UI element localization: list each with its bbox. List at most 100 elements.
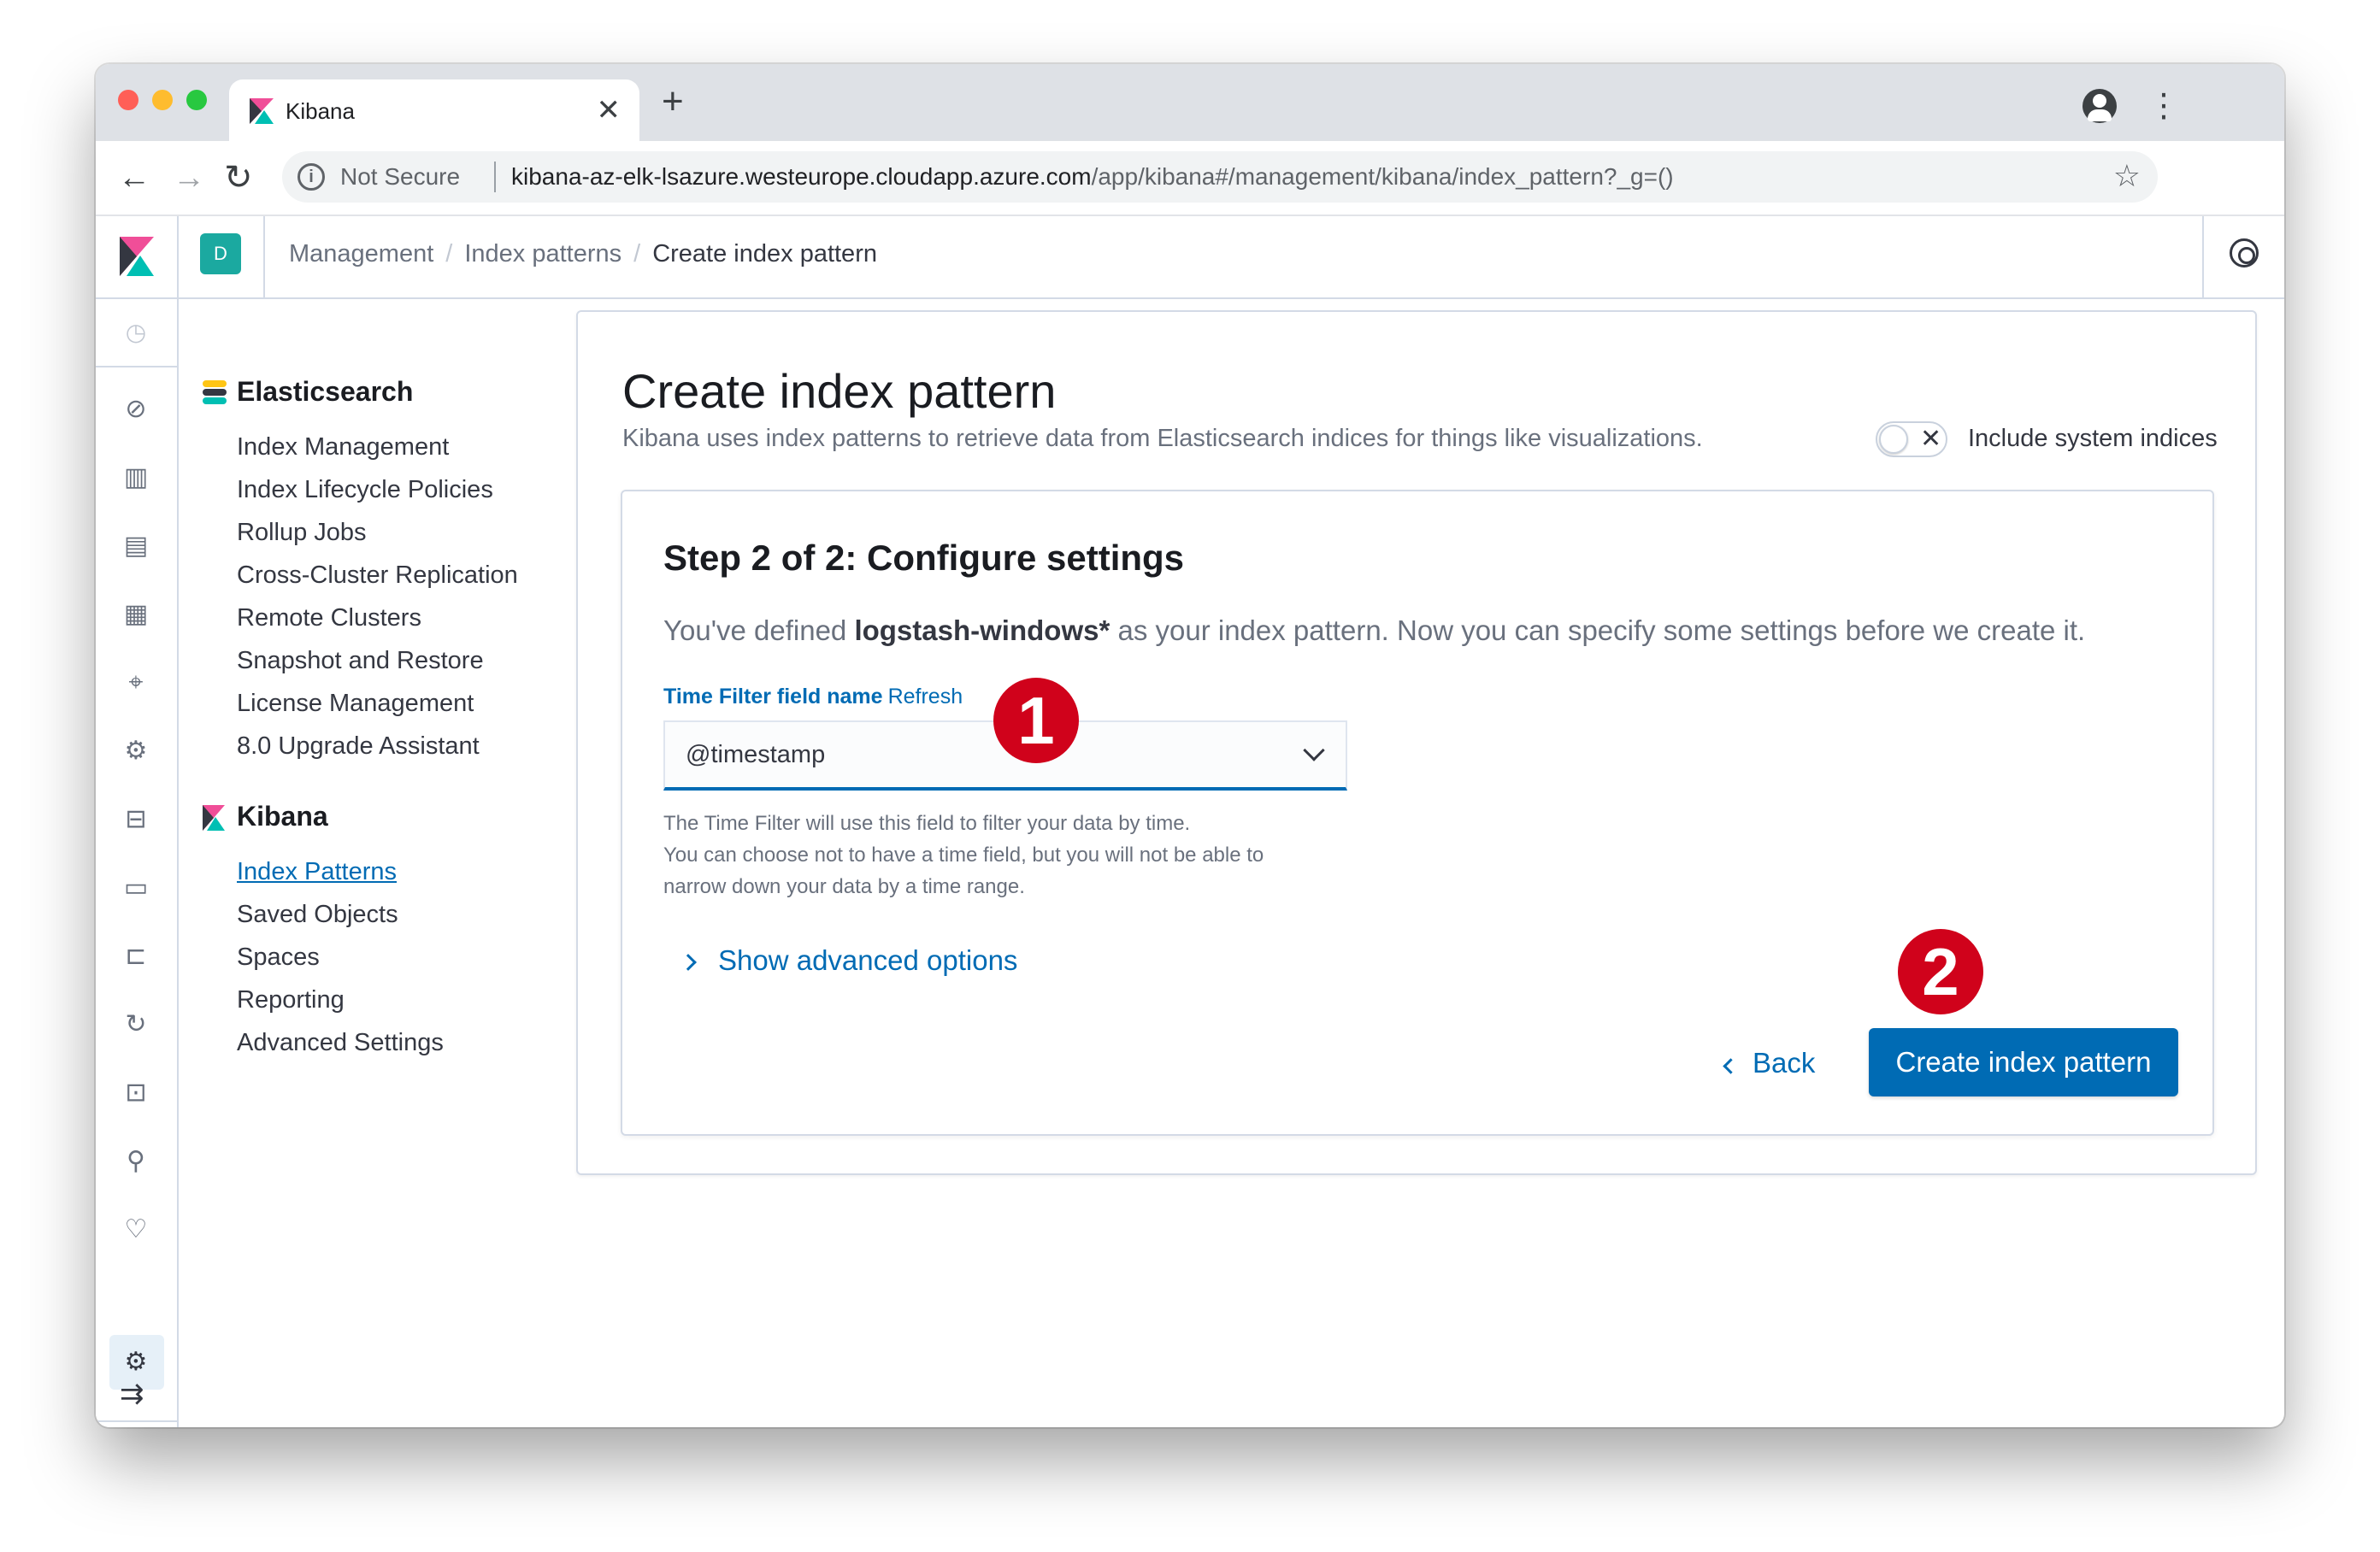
dashboard-icon[interactable]: ▤ <box>120 530 152 562</box>
include-system-indices-label[interactable]: Include system indices <box>1968 425 2218 453</box>
uptime-icon[interactable]: ↻ <box>120 1008 152 1041</box>
monitoring-icon[interactable]: ♡ <box>120 1214 152 1246</box>
profile-avatar-icon[interactable] <box>2082 89 2117 123</box>
browser-tab[interactable]: Kibana ✕ <box>229 79 639 141</box>
time-field-value: @timestamp <box>686 741 826 768</box>
page-title: Create index pattern <box>622 364 1057 418</box>
help-line: narrow down your data by a time range. <box>663 875 1025 898</box>
browser-window: Kibana ✕ + ← → ↻ i Not Secure kibana-az-… <box>96 64 2284 1427</box>
sidenav-item-upgrade-assistant[interactable]: 8.0 Upgrade Assistant <box>237 732 480 761</box>
breadcrumb-create-index-pattern: Create index pattern <box>652 240 877 267</box>
elasticsearch-heading: Elasticsearch <box>237 376 414 407</box>
url-host: kibana-az-elk-lsazure.westeurope.cloudap… <box>511 163 1092 190</box>
not-secure-label: Not Secure <box>340 163 461 190</box>
maximize-window-button[interactable] <box>186 90 207 110</box>
sidenav-item-index-management[interactable]: Index Management <box>237 433 449 461</box>
sidenav-item-remote-clusters[interactable]: Remote Clusters <box>237 604 421 632</box>
sidenav-item-spaces[interactable]: Spaces <box>237 944 320 972</box>
step-title: Step 2 of 2: Configure settings <box>663 538 1185 578</box>
kibana-heading: Kibana <box>237 801 328 832</box>
configure-settings-card: Step 2 of 2: Configure settings You've d… <box>621 490 2214 1136</box>
header-divider <box>263 216 265 297</box>
info-icon[interactable]: i <box>298 163 325 191</box>
step-desc-suffix: as your index pattern. Now you can speci… <box>1117 614 2086 646</box>
address-bar[interactable]: i Not Secure kibana-az-elk-lsazure.weste… <box>282 151 2158 203</box>
forward-arrow-icon[interactable]: → <box>173 156 205 199</box>
sidenav-item-reporting[interactable]: Reporting <box>237 986 345 1014</box>
annotation-marker-1: 1 <box>993 678 1079 763</box>
apm-icon[interactable]: ⊏ <box>120 940 152 973</box>
include-system-indices-toggle[interactable]: ✕ <box>1876 421 1947 457</box>
address-separator <box>494 162 496 192</box>
step-description: You've defined logstash-windows* as your… <box>663 614 2085 647</box>
sidenav-item-license-management[interactable]: License Management <box>237 690 474 718</box>
refresh-link[interactable]: Refresh <box>888 685 963 708</box>
breadcrumb-separator: / <box>633 240 641 267</box>
siem-icon[interactable]: ⊡ <box>120 1077 152 1109</box>
compass-icon[interactable]: ⊘ <box>120 393 152 426</box>
kibana-favicon-icon <box>250 98 274 124</box>
index-pattern-name: logstash-windows* <box>854 614 1110 646</box>
chevron-left-icon[interactable] <box>1723 1058 1739 1074</box>
logs-icon[interactable]: ▭ <box>120 872 152 904</box>
reload-icon[interactable]: ↻ <box>224 156 253 199</box>
time-filter-field-label: Time Filter field name Refresh <box>663 685 963 709</box>
sidenav-item-snapshot-and-restore[interactable]: Snapshot and Restore <box>237 647 484 675</box>
browser-toolbar: ← → ↻ i Not Secure kibana-az-elk-lsazure… <box>96 141 2284 216</box>
sidenav-item-index-patterns[interactable]: Index Patterns <box>237 858 397 886</box>
help-icon[interactable] <box>2230 238 2259 267</box>
maps-icon[interactable]: ⌖ <box>120 667 152 699</box>
kibana-logo-icon <box>120 237 154 276</box>
sidenav-item-saved-objects[interactable]: Saved Objects <box>237 901 398 929</box>
canvas-icon[interactable]: ▦ <box>120 598 152 631</box>
tab-strip: Kibana ✕ + <box>96 64 2284 141</box>
breadcrumb-index-patterns[interactable]: Index patterns <box>464 240 622 267</box>
time-filter-label-text: Time Filter field name <box>663 685 883 708</box>
new-tab-icon[interactable]: + <box>662 83 684 121</box>
clock-icon[interactable]: ◷ <box>120 316 152 349</box>
sidenav-item-cross-cluster-replication[interactable]: Cross-Cluster Replication <box>237 561 518 590</box>
breadcrumb-management[interactable]: Management <box>289 240 433 267</box>
header-divider <box>2202 216 2204 297</box>
sidenav-item-index-lifecycle-policies[interactable]: Index Lifecycle Policies <box>237 476 493 504</box>
show-advanced-options-button[interactable]: Show advanced options <box>718 944 1017 977</box>
back-arrow-icon[interactable]: ← <box>118 156 150 199</box>
kibana-header: D Management / Index patterns / Create index… <box>96 216 2284 299</box>
sidenav-item-rollup-jobs[interactable]: Rollup Jobs <box>237 519 367 547</box>
kibana-logo-icon <box>203 805 225 831</box>
help-line: You can choose not to have a time field,… <box>663 844 1264 867</box>
step-desc-prefix: You've defined <box>663 614 847 646</box>
close-window-button[interactable] <box>118 90 138 110</box>
url-text[interactable]: kibana-az-elk-lsazure.westeurope.cloudap… <box>511 163 1674 191</box>
breadcrumb-separator: / <box>445 240 453 267</box>
nav-rail: ◷ ⊘ ▥ ▤ ▦ ⌖ ⚙ ⊟ ▭ ⊏ ↻ ⊡ ⚲ ♡ ⚙ <box>96 299 179 1427</box>
visualize-icon[interactable]: ▥ <box>120 461 152 494</box>
tab-title: Kibana <box>286 98 355 124</box>
chevron-down-icon <box>1303 739 1325 761</box>
help-line: The Time Filter will use this field to f… <box>663 812 1191 835</box>
bookmark-star-icon[interactable]: ☆ <box>2113 158 2141 194</box>
more-menu-icon[interactable]: ⋮ <box>2147 87 2180 125</box>
ml-icon[interactable]: ⚙ <box>120 735 152 767</box>
close-icon: ✕ <box>1920 425 1942 453</box>
create-index-pattern-button[interactable]: Create index pattern <box>1869 1028 2178 1096</box>
time-filter-help-text: The Time Filter will use this field to f… <box>663 808 1264 902</box>
annotation-marker-2: 2 <box>1898 929 1983 1014</box>
kibana-logo-cell[interactable] <box>96 216 179 297</box>
dev-tools-icon[interactable]: ⚲ <box>120 1145 152 1178</box>
close-tab-icon[interactable]: ✕ <box>597 93 622 127</box>
rail-divider <box>96 366 179 367</box>
toggle-knob <box>1879 425 1908 454</box>
back-button[interactable]: Back <box>1753 1047 1815 1079</box>
create-index-pattern-panel: Create index pattern Kibana uses index p… <box>576 310 2257 1175</box>
collapse-nav-icon[interactable]: ⇉ <box>120 1379 144 1408</box>
page-description: Kibana uses index patterns to retrieve d… <box>622 425 1703 452</box>
minimize-window-button[interactable] <box>152 90 173 110</box>
chevron-right-icon[interactable] <box>680 954 697 971</box>
sidenav-item-advanced-settings[interactable]: Advanced Settings <box>237 1029 444 1057</box>
gear-icon[interactable]: ⚙ <box>120 1346 152 1379</box>
url-path: /app/kibana#/management/kibana/index_pat… <box>1091 163 1674 190</box>
elasticsearch-logo-icon <box>203 380 227 404</box>
space-avatar[interactable]: D <box>200 233 241 274</box>
infrastructure-icon[interactable]: ⊟ <box>120 803 152 836</box>
